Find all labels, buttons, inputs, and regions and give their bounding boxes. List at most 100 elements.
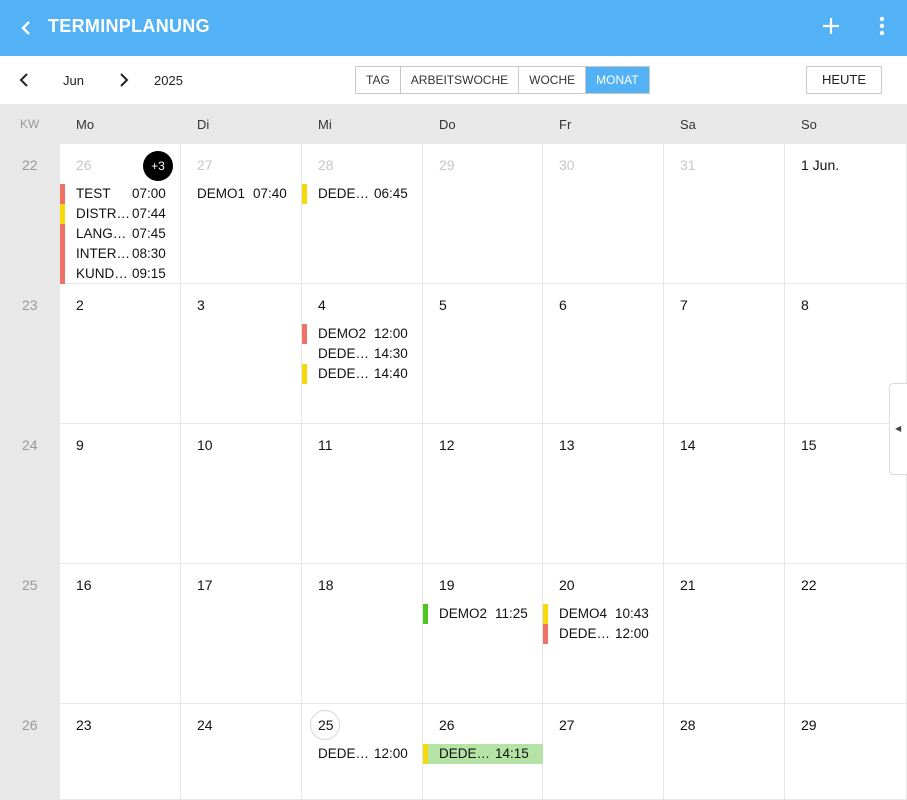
appointment-title: DEMO4 <box>559 606 608 621</box>
more-vertical-icon <box>879 16 885 36</box>
more-menu-button[interactable] <box>866 10 898 42</box>
appointment[interactable]: LANGERTERMIN07:45 <box>60 224 181 244</box>
day-cell[interactable]: 24 <box>181 704 302 800</box>
next-month-button[interactable] <box>110 66 138 94</box>
back-button[interactable] <box>10 12 42 44</box>
appointment-title: DEDENETERMIN <box>318 186 374 201</box>
day-cell[interactable]: 5 <box>423 284 543 424</box>
appointment-color-bar <box>302 364 307 384</box>
appointment-color-bar <box>423 604 428 624</box>
day-cell[interactable]: 11 <box>302 424 423 564</box>
day-cell[interactable]: 16 <box>60 564 181 704</box>
prev-month-button[interactable] <box>10 66 38 94</box>
day-cell[interactable]: 6 <box>543 284 664 424</box>
day-number: 28 <box>318 157 334 173</box>
appointment[interactable]: KUNDE BESUCH09:15 <box>60 264 181 284</box>
day-cell[interactable]: 3 <box>181 284 302 424</box>
day-number: 4 <box>318 297 326 313</box>
day-number: 21 <box>680 577 696 593</box>
day-cell[interactable]: 28 <box>664 704 785 800</box>
appointment-color-bar <box>60 244 65 264</box>
day-cell[interactable]: 23 <box>60 704 181 800</box>
day-cell[interactable]: 17 <box>181 564 302 704</box>
day-cell[interactable]: 27 DEMO1 07:40 <box>181 144 302 284</box>
view-tag-button[interactable]: TAG <box>356 67 401 93</box>
year-label[interactable]: 2025 <box>154 73 183 88</box>
day-number: 1 Jun. <box>801 157 840 173</box>
appointment-title: DISTRIBUTION <box>76 206 132 221</box>
appointment-color-bar <box>60 264 65 284</box>
triangle-left-icon: ◀ <box>895 424 902 433</box>
day-number: 6 <box>559 297 567 313</box>
appointment[interactable]: DEDENETERMIN14:40 <box>302 364 423 384</box>
day-cell[interactable]: 9 <box>60 424 181 564</box>
day-cell[interactable]: 12 <box>423 424 543 564</box>
day-cell[interactable]: 28 DEDENETERMIN06:45 <box>302 144 423 284</box>
day-number: 31 <box>680 157 696 173</box>
appointment-title: DEDENETERMIN <box>318 366 374 381</box>
calendar-toolbar: Jun 2025 TAG ARBEITSWOCHE WOCHE MONAT HE… <box>0 56 907 104</box>
appointment[interactable]: DEDENETERMIN14:30 <box>302 344 423 364</box>
day-cell[interactable]: 31 <box>664 144 785 284</box>
appointment[interactable]: DEMO2 11:25 <box>423 604 544 624</box>
appointment-time: 12:00 <box>615 626 649 641</box>
view-arbeitswoche-button[interactable]: ARBEITSWOCHE <box>400 67 520 93</box>
day-cell[interactable]: 10 <box>181 424 302 564</box>
view-monat-button[interactable]: MONAT <box>586 67 649 93</box>
day-cell[interactable]: 7 <box>664 284 785 424</box>
page-title: TERMINPLANUNG <box>48 16 210 36</box>
appointment[interactable]: DEMO1 07:40 <box>181 184 302 204</box>
appointment[interactable]: DEDENETERMIN14:15 <box>423 744 544 764</box>
day-cell[interactable]: 18 <box>302 564 423 704</box>
appointment-time: 07:40 <box>253 186 287 201</box>
appointment-color-bar <box>302 324 307 344</box>
appointment-color-bar <box>60 184 65 204</box>
day-cell[interactable]: 29 <box>785 704 907 800</box>
appointment[interactable]: DEDENETERMIN12:00 <box>302 744 423 764</box>
appointment[interactable]: DISTRIBUTION07:44 <box>60 204 181 224</box>
day-cell[interactable]: 4DEMO212:00DEDENETERMIN14:30DEDENETERMIN… <box>302 284 423 424</box>
appointment-time: 11:25 <box>495 606 528 621</box>
weekday-mo: Mo <box>76 117 95 132</box>
day-cell[interactable]: 30 <box>543 144 664 284</box>
day-cell[interactable]: 26 DEDENETERMIN14:15 <box>423 704 544 800</box>
month-label[interactable]: Jun <box>63 73 84 88</box>
appointment[interactable]: TEST 07:00 <box>60 184 181 204</box>
day-cell[interactable]: 2 <box>60 284 181 424</box>
appointment[interactable]: DEDENETERMIN06:45 <box>302 184 423 204</box>
day-number: 8 <box>801 297 809 313</box>
day-number: 7 <box>680 297 688 313</box>
day-number: 14 <box>680 437 696 453</box>
appointment[interactable]: INTERESSENT08:30 <box>60 244 181 264</box>
today-button[interactable]: HEUTE <box>806 66 882 94</box>
weekday-header: KW Mo Di Mi Do Fr Sa So <box>0 104 907 144</box>
appointment-title: DEMO2 <box>439 606 488 621</box>
add-button[interactable] <box>815 10 847 42</box>
appointment[interactable]: DEMO2 12:00 <box>302 324 423 344</box>
day-number: 29 <box>439 157 455 173</box>
day-cell[interactable]: 14 <box>664 424 785 564</box>
day-cell[interactable]: 13 <box>543 424 664 564</box>
more-events-badge[interactable]: +3 <box>143 151 173 181</box>
appointment-color-bar <box>423 744 428 764</box>
day-cell[interactable]: 19 DEMO2 11:25 <box>423 564 543 704</box>
appointment[interactable]: DEMO4 10:43 <box>543 604 664 624</box>
side-panel-handle[interactable]: ◀ <box>889 383 907 475</box>
chevron-right-icon <box>120 73 129 87</box>
day-cell[interactable]: 27 <box>543 704 664 800</box>
day-cell[interactable]: 1 Jun. <box>785 144 907 284</box>
appointment-time: 12:00 <box>374 746 408 761</box>
view-woche-button[interactable]: WOCHE <box>519 67 587 93</box>
day-number: 16 <box>76 577 92 593</box>
day-cell[interactable]: 20DEMO410:43DEDENETERMIN12:00 <box>543 564 664 704</box>
appointment-color-bar <box>302 184 307 204</box>
appointment-color-bar <box>60 224 65 244</box>
day-cell[interactable]: 21 <box>664 564 785 704</box>
chevron-left-icon <box>21 21 30 35</box>
week-number: 24 <box>22 437 38 453</box>
day-cell[interactable]: 22 <box>785 564 907 704</box>
appointment[interactable]: DEDENETERMIN12:00 <box>543 624 664 644</box>
weekday-sa: Sa <box>680 117 696 132</box>
day-cell[interactable]: 29 <box>423 144 543 284</box>
chevron-left-icon <box>19 73 28 87</box>
